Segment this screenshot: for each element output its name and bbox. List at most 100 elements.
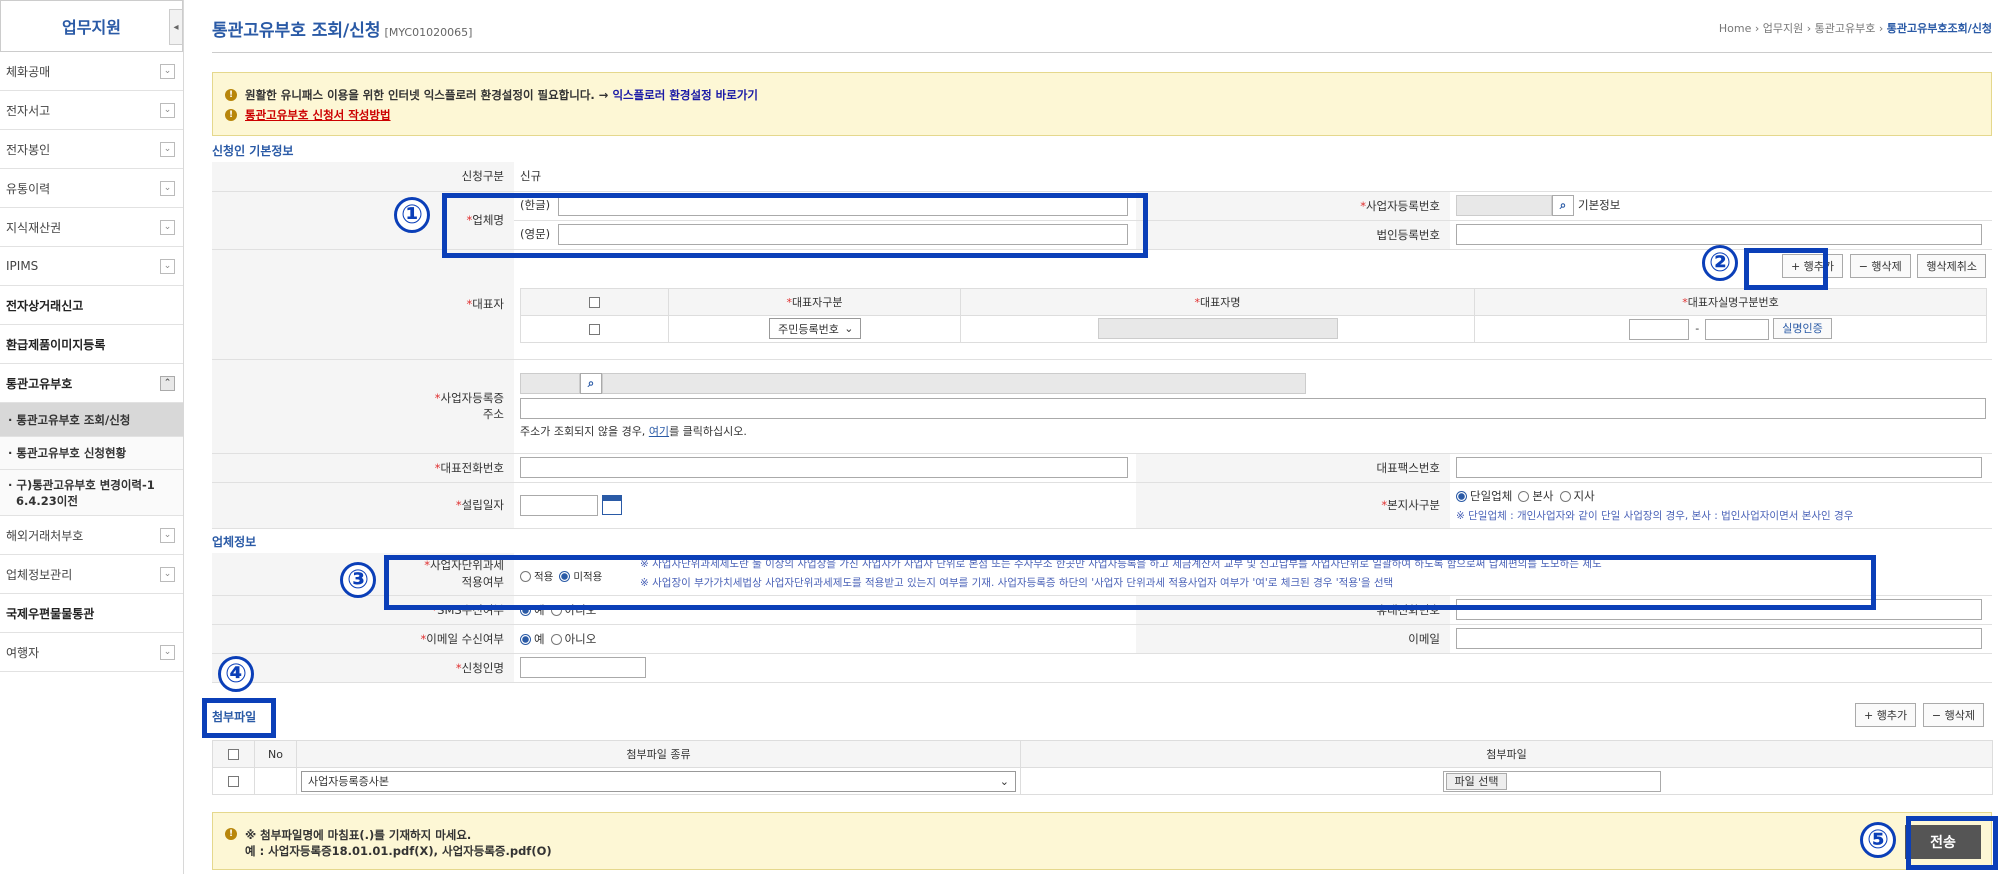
sidebar-item-label: 전자봉인 (6, 142, 51, 157)
sidebar-item-label: 통관고유부호 (6, 376, 73, 391)
highlight-box-5 (1906, 816, 1998, 870)
search-icon[interactable]: ⌕ (580, 373, 602, 394)
hq-branch-radio[interactable] (1559, 490, 1571, 502)
breadcrumb-item[interactable]: 업무지원 (1763, 22, 1803, 35)
select-all-checkbox[interactable] (589, 296, 600, 308)
id-front-input[interactable] (1629, 318, 1690, 340)
how-to-fill-link[interactable]: 통관고유부호 신청서 작성방법 (245, 107, 391, 123)
fax-label: 대표팩스번호 (1136, 453, 1450, 483)
chevron-down-icon[interactable]: ⌄ (160, 527, 175, 543)
hq-single-radio[interactable] (1456, 490, 1467, 502)
attach-type-cell: 사업자등록증사본 ⌄ (296, 767, 1021, 795)
breadcrumb-item[interactable]: 통관고유부호 (1815, 22, 1876, 35)
sidebar-item-overseas-partner[interactable]: 해외거래처부호 ⌄ (0, 516, 183, 555)
col-rep-idno: *대표자실명구분번호 (1474, 287, 1987, 316)
file-input[interactable]: 파일 선택 (1442, 770, 1661, 792)
choose-file-button[interactable]: 파일 선택 (1445, 772, 1508, 790)
attach-type-select[interactable]: 사업자등록증사본 ⌄ (301, 770, 1016, 792)
notice-text: 원활한 유니패스 이용을 위한 인터넷 익스플로러 환경설정이 필요합니다. → (245, 88, 609, 102)
rep-name-input (1097, 318, 1338, 339)
chevron-down-icon[interactable]: ⌄ (160, 258, 175, 274)
info-icon: ! (225, 89, 237, 101)
address-detail-input[interactable] (520, 398, 1986, 419)
chevron-down-icon[interactable]: ⌄ (160, 141, 175, 157)
attach-row-checkbox[interactable] (228, 776, 239, 787)
section-title-company: 업체정보 (212, 535, 257, 549)
chevron-down-icon: ⌄ (844, 322, 854, 335)
attach-select-all-checkbox[interactable] (228, 749, 239, 760)
sidebar-item-label: 업체정보관리 (6, 567, 73, 582)
page-title: 통관고유부호 조회/신청 [MYC01020065] (212, 16, 472, 41)
applicant-name-cell (514, 653, 1992, 683)
row-checkbox[interactable] (589, 323, 600, 335)
cancel-delete-button[interactable]: 행삭제취소 (1917, 253, 1987, 278)
sidebar-item-distribution-history[interactable]: 유통이력 ⌄ (0, 169, 183, 208)
zip-input[interactable] (520, 373, 580, 394)
rep-type-select[interactable]: 주민등록번호 ⌄ (768, 318, 861, 339)
basic-info-label[interactable]: 기본정보 (1578, 198, 1620, 212)
sidebar-item-e-archive[interactable]: 전자서고 ⌄ (0, 91, 183, 130)
biz-reg-no-cell: ⌕ 기본정보 (1450, 191, 1993, 221)
biz-reg-no-input[interactable] (1456, 195, 1552, 216)
fax-input[interactable] (1456, 457, 1982, 478)
address-help-link[interactable]: 여기 (649, 425, 669, 438)
apply-type-value: 신규 (514, 162, 1993, 192)
chevron-down-icon[interactable]: ⌄ (160, 566, 175, 582)
id-back-input[interactable] (1705, 318, 1770, 340)
chevron-down-icon[interactable]: ⌄ (160, 102, 175, 118)
sidebar-item-intl-mail[interactable]: 국제우편물물통관 (0, 594, 183, 633)
breadcrumb-home[interactable]: Home (1719, 22, 1751, 35)
delete-attach-row-button[interactable]: − 행삭제 (1922, 703, 1984, 727)
verify-name-button[interactable]: 실명인증 (1773, 317, 1832, 339)
applicant-name-input[interactable] (520, 657, 646, 678)
select-all-checkbox-cell (520, 287, 669, 316)
add-attach-row-button[interactable]: + 행추가 (1855, 703, 1917, 727)
sidebar-item-traveler[interactable]: 여행자 ⌄ (0, 633, 183, 672)
chevron-down-icon[interactable]: ⌄ (160, 219, 175, 235)
email-yes-radio[interactable] (520, 633, 531, 645)
sidebar-item-customs-code[interactable]: 통관고유부호 ⌃ (0, 364, 183, 403)
representative-label: *대표자 (212, 249, 514, 360)
chevron-up-icon[interactable]: ⌃ (160, 375, 175, 391)
sidebar-item-ip-rights[interactable]: 지식재산권 ⌄ (0, 208, 183, 247)
email-input[interactable] (1456, 628, 1982, 649)
calendar-icon[interactable] (602, 495, 622, 515)
chevron-down-icon[interactable]: ⌄ (160, 63, 175, 79)
sidebar-item-label: 여행자 (6, 645, 40, 660)
sidebar-item-ecommerce-declaration[interactable]: 전자상거래신고 (0, 286, 183, 325)
sidebar-item-company-info[interactable]: 업체정보관리 ⌄ (0, 555, 183, 594)
notice-line: ! 통관고유부호 신청서 작성방법 (225, 105, 1979, 125)
sidebar-item-label: 전자서고 (6, 103, 51, 118)
hq-branch-radios: 단일업체 본사 지사 (1456, 488, 1986, 504)
col-attach-file: 첨부파일 (1020, 740, 1993, 768)
breadcrumb: Home › 업무지원 › 통관고유부호 › 통관고유부호조회/신청 (1719, 20, 1992, 36)
collapse-sidebar-button[interactable]: ◂ (169, 9, 183, 45)
screen-code: [MYC01020065] (384, 26, 473, 39)
highlight-box-4 (202, 698, 276, 738)
corp-reg-no-input[interactable] (1456, 224, 1982, 245)
sidebar-subitem-application-status[interactable]: · 통관고유부호 신청현황 (0, 437, 183, 470)
email-no-radio[interactable] (550, 633, 562, 645)
col-attach-type: 첨부파일 종류 (296, 740, 1021, 768)
phone-input[interactable] (520, 457, 1128, 478)
sidebar-subitem-code-inquiry[interactable]: · 통관고유부호 조회/신청 (0, 403, 183, 437)
sidebar-item-ipims[interactable]: IPIMS ⌄ (0, 247, 183, 286)
hq-branch-label: *본지사구분 (1136, 482, 1450, 529)
sidebar-item-label: 해외거래처부호 (6, 528, 84, 543)
address-detail-row (520, 398, 1986, 419)
sidebar-item-surplus-auction[interactable]: 체화공매 ⌄ (0, 52, 183, 91)
est-date-input[interactable] (520, 494, 598, 516)
sidebar-subitem-label: · 통관고유부호 신청현황 (8, 446, 127, 460)
chevron-down-icon[interactable]: ⌄ (160, 644, 175, 660)
highlight-box-1 (442, 193, 1148, 258)
sidebar-item-refund-image[interactable]: 환급제품이미지등록 (0, 325, 183, 364)
ie-settings-link[interactable]: 익스플로러 환경설정 바로가기 (612, 87, 758, 103)
delete-rep-row-button[interactable]: − 행삭제 (1849, 253, 1911, 278)
sidebar-item-e-seal[interactable]: 전자봉인 ⌄ (0, 130, 183, 169)
sidebar-subitem-old-history[interactable]: · 구)통관고유부호 변경이력-1 6.4.23이전 (0, 470, 183, 516)
search-icon[interactable]: ⌕ (1552, 195, 1574, 216)
sidebar-item-label: 체화공매 (6, 64, 51, 79)
representative-table: *대표자구분 *대표자명 *대표자실명구분번호 주민등록번호 ⌄ - 실명인증 (520, 287, 1987, 343)
hq-head-radio[interactable] (1518, 490, 1530, 502)
chevron-down-icon[interactable]: ⌄ (160, 180, 175, 196)
